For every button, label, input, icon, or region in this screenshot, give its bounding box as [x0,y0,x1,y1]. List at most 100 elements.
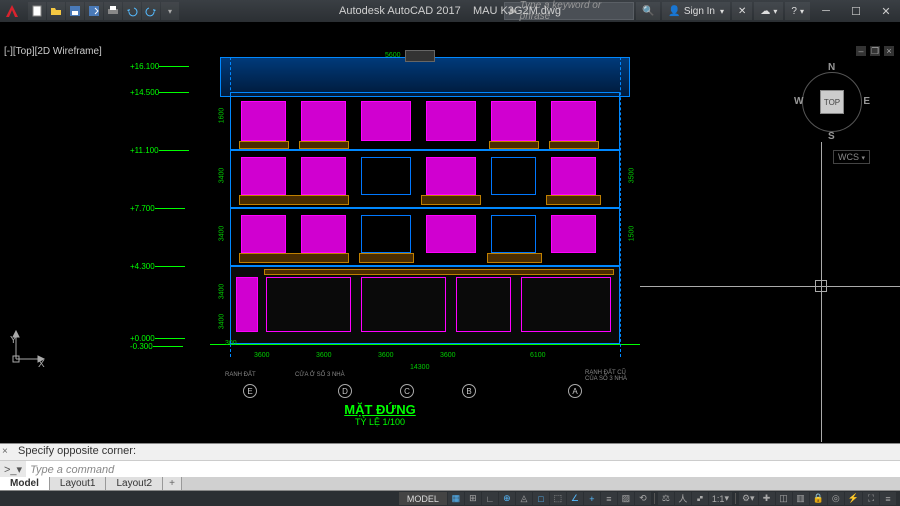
command-input[interactable]: Type a command [26,464,900,476]
elev-marker: +16.100 [130,62,159,71]
viewcube-west[interactable]: W [794,96,803,107]
status-3dosnap-button[interactable]: ⬚ [550,492,566,505]
grid-note: RANH ĐẤT CŨ CỦA SỐ 3 NHÀ [585,370,635,382]
window [241,101,286,141]
viewcube-north[interactable]: N [828,62,835,73]
status-lockui-button[interactable]: 🔒 [810,492,827,505]
layout-tabs: Model Layout1 Layout2 + [0,477,900,491]
stay-connected-button[interactable]: ☁▾ [754,2,783,20]
dim-label: 3400 [218,284,225,300]
minimize-button[interactable]: ─ [812,0,840,22]
status-quickprops-button[interactable]: ▥ [793,492,809,505]
plot-button[interactable] [104,2,122,20]
grid-line [230,57,231,357]
commandline-close-icon[interactable]: × [2,446,8,457]
elev-marker: -0.300 [130,342,153,351]
status-annoscale-button[interactable]: ⚖ [658,492,674,505]
status-dyninput-button[interactable]: + [584,492,600,505]
viewcube-top-face[interactable]: TOP [820,90,844,114]
status-space-toggle[interactable]: MODEL [399,492,447,505]
viewport-label[interactable]: [-][Top][2D Wireframe] [4,46,102,57]
binoculars-icon: 🔍 [642,6,654,17]
tab-layout1[interactable]: Layout1 [50,477,107,490]
redo-button[interactable] [142,2,160,20]
file-name: MAU K3G2M.dwg [473,5,561,17]
dim-label: 3500 [628,168,635,184]
drawing-title: MẶT ĐỨNG [130,402,630,417]
status-annovisibility-button[interactable]: 人 [675,492,691,505]
close-button[interactable]: ✕ [872,0,900,22]
status-isodraft-button[interactable]: ◬ [516,492,532,505]
maximize-button[interactable]: ☐ [842,0,870,22]
dim-label: 3600 [254,352,270,359]
window-title: Autodesk AutoCAD 2017 MAU K3G2M.dwg [339,5,561,17]
search-go-button[interactable]: 🔍 [636,2,660,20]
doc-minimize-button[interactable]: – [856,46,866,56]
window [301,101,346,141]
open-button[interactable] [47,2,65,20]
help-button[interactable]: ?▾ [785,2,810,20]
status-hardwareaccel-button[interactable]: ⚡ [845,492,862,505]
status-otrack-button[interactable]: ∠ [567,492,583,505]
door [241,157,286,195]
door [241,215,286,253]
exchange-apps-button[interactable]: ✕ [732,2,752,20]
dim-label: 3600 [316,352,332,359]
viewcube-east[interactable]: E [863,96,870,107]
status-cleanscreen-button[interactable]: ⛶ [863,492,879,505]
sign-in-button[interactable]: 👤Sign In▾ [662,2,730,20]
qat-customize-icon[interactable]: ▾ [161,2,179,20]
dim-label: 1600 [218,108,225,124]
status-autoscale-button[interactable]: 🙾 [692,492,708,505]
garage-door [521,277,611,332]
grid-note: RANH ĐẤT [225,372,256,378]
drawing-canvas[interactable]: [-][Top][2D Wireframe] – ❐ × TOP N S E W… [0,22,900,443]
viewcube-south[interactable]: S [828,131,835,142]
panel [361,215,411,253]
autocad-logo-icon[interactable] [2,1,22,21]
status-ortho-button[interactable]: ∟ [482,492,498,505]
command-prompt-icon: >_▾ [0,461,26,478]
status-customize-button[interactable]: ≡ [880,492,896,505]
entry-door [236,277,258,332]
dim-label: 300 [225,340,237,347]
tab-add-button[interactable]: + [163,477,182,490]
balcony [487,253,542,263]
ucs-icon[interactable]: Y X [10,325,50,368]
command-input-row[interactable]: >_▾ Type a command [0,460,900,478]
status-transparency-button[interactable]: ▨ [618,492,634,505]
status-isolate-button[interactable]: ◎ [828,492,844,505]
user-icon: 👤 [668,6,680,17]
status-grid-button[interactable]: ▦ [448,492,464,505]
cloud-icon: ☁ [760,6,770,17]
status-lineweight-button[interactable]: ≡ [601,492,617,505]
status-selection-cycling-button[interactable]: ⟲ [635,492,651,505]
tab-model[interactable]: Model [0,477,50,490]
save-button[interactable] [66,2,84,20]
status-polar-button[interactable]: ⊕ [499,492,515,505]
new-button[interactable] [28,2,46,20]
saveas-button[interactable] [85,2,103,20]
doc-restore-button[interactable]: ❐ [870,46,880,56]
status-osnap-button[interactable]: □ [533,492,549,505]
status-snap-button[interactable]: ⊞ [465,492,481,505]
status-scale-list[interactable]: 1:1▾ [709,492,732,505]
ucs-y-label: Y [10,335,17,346]
undo-button[interactable] [123,2,141,20]
help-icon: ? [791,6,797,17]
wcs-dropdown[interactable]: WCS ▾ [833,150,870,164]
status-annomonitor-button[interactable]: ✚ [759,492,775,505]
title-bar: ▾ Autodesk AutoCAD 2017 MAU K3G2M.dwg ▶ … [0,0,900,22]
viewcube[interactable]: TOP N S E W [792,62,872,142]
grid-bubble: D [338,384,352,398]
status-workspace-button[interactable]: ⚙▾ [739,492,758,505]
window [361,101,411,141]
dim-total: 14300 [410,364,429,371]
floor-2 [230,208,620,266]
status-units-button[interactable]: ◫ [776,492,792,505]
ground-line [210,344,640,345]
doc-close-button[interactable]: × [884,46,894,56]
tab-layout2[interactable]: Layout2 [106,477,163,490]
balcony [239,141,289,149]
balcony [549,141,599,149]
